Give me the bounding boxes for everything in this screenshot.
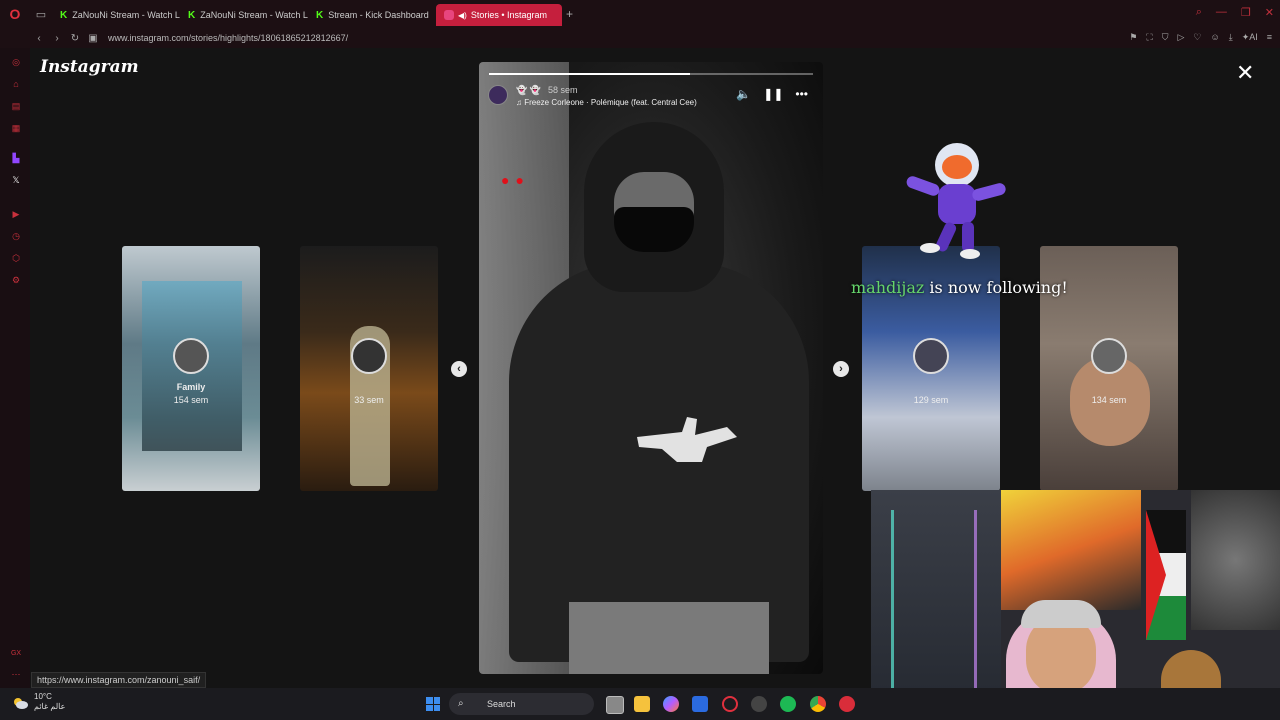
spotify-icon[interactable] [780, 696, 796, 712]
x-twitter-icon[interactable]: 𝕏 [10, 174, 22, 186]
opera-icon[interactable]: O [0, 0, 30, 28]
avatar[interactable] [488, 85, 508, 105]
chrome-icon[interactable] [810, 696, 826, 712]
windows-taskbar: 10°C عالم غائم ⌕ Search [0, 688, 1280, 720]
kick-icon: K [60, 9, 68, 21]
close-icon[interactable]: ✕ [1236, 62, 1254, 84]
snapshot-icon[interactable]: ⛶ [1146, 32, 1152, 43]
twitch-icon[interactable]: ▙ [10, 152, 22, 164]
window-controls: ⌕ — ❐ ✕ [1196, 6, 1274, 19]
browser-sidebar: ◎ ⌂ ▤ ▦ ▙ 𝕏 ▶ ◷ ⬡ ⚙ GX ⋯ [0, 48, 30, 688]
music-icon: ♫ [516, 98, 525, 107]
story-header: 👻 👻 58 sem ♫ Freeze Corleone · Polémique… [488, 83, 818, 111]
follow-message: is now following! [929, 278, 1068, 297]
weather-cloud-icon[interactable] [12, 696, 28, 710]
next-story-arrow[interactable]: › [833, 361, 849, 377]
webcam-overlay [871, 490, 1280, 720]
news-icon[interactable]: ▦ [10, 122, 22, 134]
reload-icon[interactable]: ↻ [66, 33, 84, 44]
story-thumbnail-2[interactable]: 33 sem [300, 246, 438, 491]
heart-icon[interactable]: ♡ [1193, 32, 1201, 43]
file-explorer-icon[interactable] [634, 696, 650, 712]
thumbnail-time: 129 sem [913, 395, 949, 405]
copilot-icon[interactable] [663, 696, 679, 712]
settings-icon[interactable]: ⚙ [10, 274, 22, 286]
story-viewer[interactable]: 👻 👻 58 sem ♫ Freeze Corleone · Polémique… [479, 62, 823, 674]
story-progress-bar [489, 73, 813, 75]
gx-icon[interactable]: GX [10, 648, 22, 660]
avatar [351, 338, 387, 374]
task-view-icon[interactable] [606, 696, 624, 714]
start-icon[interactable] [426, 697, 440, 711]
thumbnail-time: 33 sem [354, 395, 384, 405]
thumbnail-time: 154 sem [173, 395, 209, 405]
temperature: 10°C [34, 692, 52, 701]
user-emoji: 👻 👻 [516, 85, 541, 95]
address-bar: ‹ › ↻ ▣ www.instagram.com/stories/highli… [0, 28, 1280, 48]
lock-icon: ▣ [88, 32, 98, 44]
app-icon[interactable] [839, 696, 855, 712]
kick-icon: K [188, 9, 196, 21]
workspaces-icon[interactable]: ▭ [30, 8, 52, 21]
tab-kick-dashboard[interactable]: K Stream - Kick Dashboard [308, 4, 436, 26]
thumbnail-title: Family [176, 382, 206, 392]
volume-icon[interactable]: 🔈 [736, 87, 751, 101]
story-time: 58 sem [548, 85, 578, 95]
account-icon[interactable]: ☺ [1211, 32, 1220, 43]
weather-condition: عالم غائم [34, 702, 66, 711]
new-tab-button[interactable]: + [566, 7, 573, 21]
maximize-icon[interactable]: ❐ [1241, 6, 1251, 19]
extensions-icon[interactable]: ⬡ [10, 252, 22, 264]
taskbar-search[interactable]: ⌕ Search [449, 693, 594, 715]
player-icon[interactable]: ▶ [10, 208, 22, 220]
more-options-icon[interactable]: ••• [795, 87, 808, 101]
previous-story-arrow[interactable]: ‹ [451, 361, 467, 377]
menu-icon[interactable]: ≡ [1267, 32, 1272, 43]
opera-gx-icon[interactable] [722, 696, 738, 712]
back-icon[interactable]: ‹ [30, 33, 48, 44]
kick-icon: K [316, 9, 324, 21]
instagram-icon [444, 10, 454, 20]
opera-ai-icon[interactable]: ◎ [10, 56, 22, 68]
pause-icon[interactable]: ❚❚ [763, 87, 783, 101]
follower-username: mahdijaz [851, 278, 925, 297]
search-icon: ⌕ [458, 698, 464, 709]
tab-kick-stream-1[interactable]: K ZaNouNi Stream - Watch L [52, 4, 180, 26]
song-title[interactable]: ♫ Freeze Corleone · Polémique (feat. Cen… [516, 98, 697, 107]
shield-icon[interactable]: ⛉ [1162, 32, 1169, 43]
bookmark-icon[interactable]: ⚑ [1129, 32, 1137, 43]
follow-alert: mahdijaz is now following! [851, 278, 1068, 297]
instagram-logo[interactable]: Instagram [40, 57, 139, 77]
shopping-icon[interactable]: ⌂ [10, 78, 22, 90]
story-thumbnail-family[interactable]: Family 154 sem [122, 246, 260, 491]
url-field[interactable]: www.instagram.com/stories/highlights/180… [108, 33, 348, 43]
link-status-tooltip: https://www.instagram.com/zanouni_saif/ [31, 672, 207, 688]
address-bar-tools: ⚑ ⛶ ⛉ ▷ ♡ ☺ ⤓ ✦AI ≡ [1129, 32, 1272, 43]
tab-instagram-stories[interactable]: ◀) Stories • Instagram [436, 4, 562, 26]
close-window-icon[interactable]: ✕ [1265, 6, 1274, 19]
store-icon[interactable] [692, 696, 708, 712]
astronaut-alert-icon [906, 143, 1006, 259]
blood-drops-sticker: ●● [501, 172, 530, 188]
peace-hand [637, 417, 737, 462]
forward-icon[interactable]: › [48, 33, 66, 44]
speaker-icon[interactable]: ◀) [458, 11, 467, 20]
story-controls: 🔈 ❚❚ ••• [736, 87, 808, 101]
more-icon[interactable]: ⋯ [10, 668, 22, 680]
download-icon[interactable]: ⤓ [1229, 32, 1233, 43]
history-icon[interactable]: ◷ [10, 230, 22, 242]
aria-ai-icon[interactable]: ✦AI [1242, 32, 1258, 43]
thumbnail-time: 134 sem [1091, 395, 1127, 405]
messenger-icon[interactable]: ▤ [10, 100, 22, 112]
tab-kick-stream-2[interactable]: K ZaNouNi Stream - Watch L [180, 4, 308, 26]
avatar [173, 338, 209, 374]
avatar [913, 338, 949, 374]
play-icon[interactable]: ▷ [1178, 32, 1185, 43]
obs-icon[interactable] [751, 696, 767, 712]
search-tabs-icon[interactable]: ⌕ [1196, 6, 1202, 19]
tab-bar: O ▭ K ZaNouNi Stream - Watch L K ZaNouNi… [0, 0, 1280, 28]
avatar [1091, 338, 1127, 374]
weather-widget[interactable]: 10°C عالم غائم [34, 692, 94, 712]
minimize-icon[interactable]: — [1216, 6, 1227, 19]
